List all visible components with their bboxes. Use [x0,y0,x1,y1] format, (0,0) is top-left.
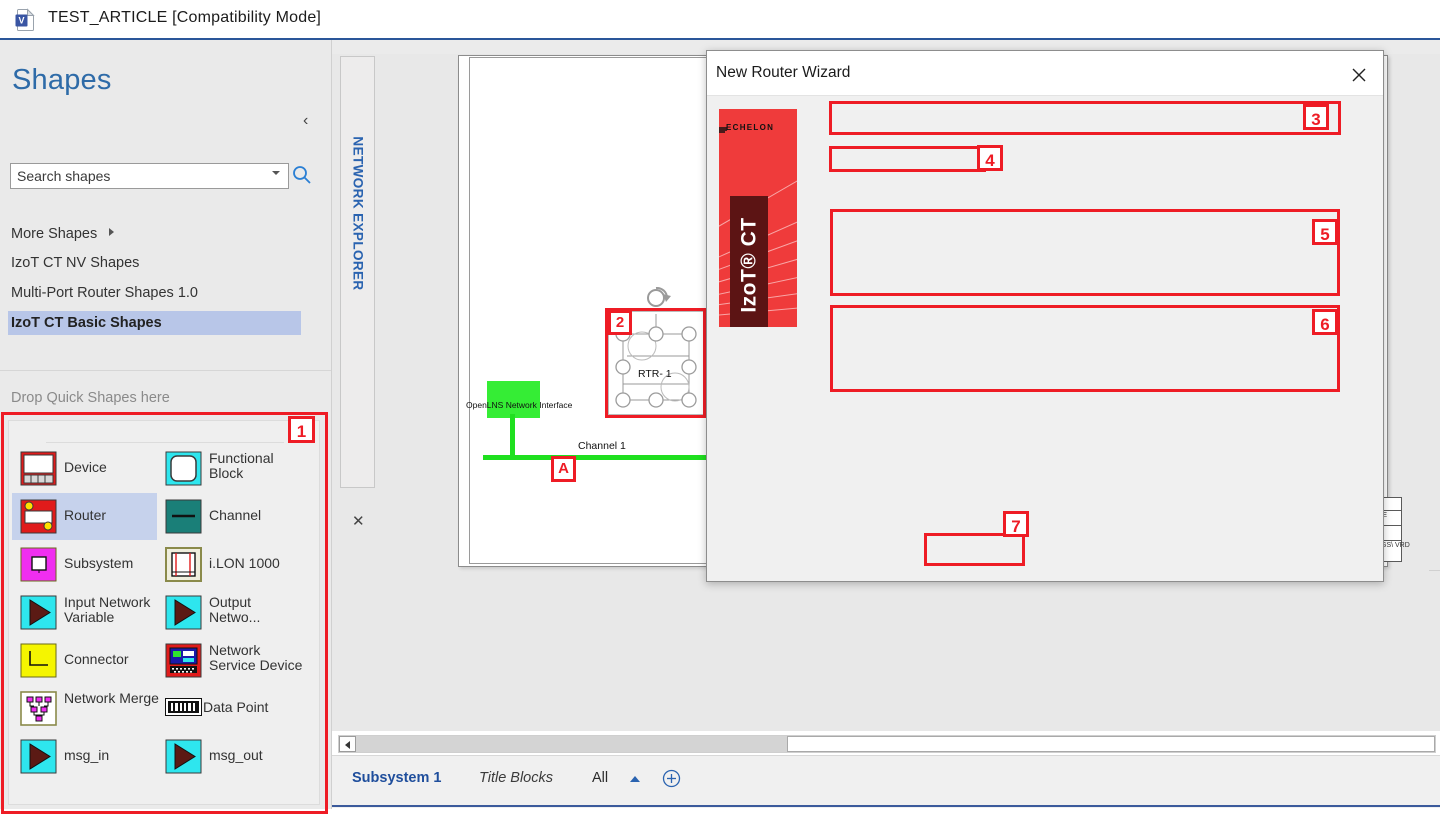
divider [1429,570,1440,571]
callout-number-A: A [551,456,576,482]
callout-number-1: 1 [288,416,315,443]
tab-subsystem-1[interactable]: Subsystem 1 [352,770,441,786]
bottom-accent-rule [332,805,1440,807]
quick-shapes-dropzone-label: Drop Quick Shapes here [11,390,170,406]
scrollbar-thumb[interactable] [787,736,1435,752]
horizontal-scrollbar[interactable] [338,735,1436,753]
callout-box-5 [830,209,1340,296]
callout-box-6 [830,305,1340,392]
shapes-panel-title: Shapes [12,64,112,97]
scroll-left-button[interactable] [339,736,356,752]
callout-box-4 [829,146,986,172]
stencil-item-nv-shapes[interactable]: IzoT CT NV Shapes [11,255,139,271]
tab-title-blocks[interactable]: Title Blocks [479,770,553,786]
callout-number-5: 5 [1312,219,1338,245]
chevron-right-icon [109,228,114,236]
application-title-bar: V TEST_ARTICLE [Compatibility Mode] [0,0,1440,40]
search-input[interactable]: Search shapes [10,163,289,189]
stencil-item-basic-shapes[interactable]: IzoT CT Basic Shapes [8,311,301,335]
window-title: TEST_ARTICLE [Compatibility Mode] [48,9,321,27]
plus-circle-icon[interactable] [662,769,681,788]
callout-number-6: 6 [1312,309,1338,335]
callout-number-3: 3 [1303,104,1329,130]
opnlns-network-interface-label: OpenLNS Network Interface [466,400,572,410]
close-icon[interactable]: ✕ [352,512,365,530]
divider [0,370,331,371]
visio-icon: V [14,8,38,32]
stencil-label: More Shapes [11,226,97,242]
izot-ct-product-text: IzoT® CT [738,200,762,328]
close-icon[interactable] [1343,61,1375,87]
network-explorer-tab[interactable]: NETWORK EXPLORER ✕ [340,56,375,488]
callout-number-2: 2 [608,310,632,335]
svg-text:V: V [18,16,24,26]
chevron-left-icon[interactable]: ‹ [303,112,308,130]
tab-all[interactable]: All [592,770,608,786]
izot-ct-band: IzoT® CT [730,196,768,327]
magnifier-icon[interactable] [291,164,313,186]
channel-1-label: Channel 1 [578,440,626,452]
caret-up-icon[interactable] [630,776,640,782]
callout-number-7: 7 [1003,511,1029,537]
network-explorer-label: NETWORK EXPLORER [351,109,366,319]
callout-number-4: 4 [977,145,1003,171]
echelon-wordmark: ECHELON [726,123,774,132]
dialog-title-bar: New Router Wizard [707,51,1383,96]
shapes-panel: Shapes ‹ Search shapes More Shapes IzoT … [0,40,332,809]
caret-left-icon [345,741,350,749]
nsi-connector-line [510,414,515,458]
wizard-branding-image: ECHELON IzoT® CT [719,109,797,327]
stencil-item-more-shapes[interactable]: More Shapes [11,226,114,242]
caret-down-icon[interactable] [272,171,280,175]
stencil-item-multiport-router[interactable]: Multi-Port Router Shapes 1.0 [11,285,198,301]
stencil-label: IzoT CT Basic Shapes [11,315,162,331]
callout-box-1 [1,412,328,814]
dialog-title: New Router Wizard [716,64,850,82]
search-input-value: Search shapes [17,168,110,184]
callout-box-3 [829,101,1341,135]
